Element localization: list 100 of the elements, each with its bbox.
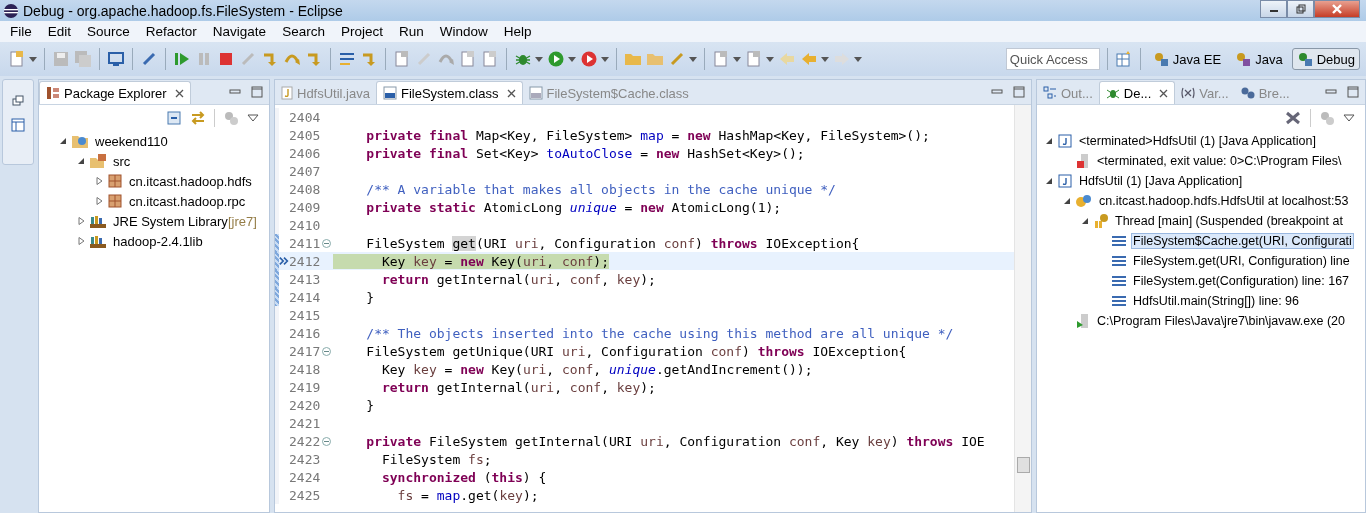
menu-item[interactable]: Project	[332, 24, 391, 39]
collapsed-arrow-icon[interactable]	[95, 177, 103, 185]
expanded-arrow-icon[interactable]	[1045, 137, 1053, 145]
collapsed-arrow-icon[interactable]	[95, 197, 103, 205]
window-title: Debug - org.apache.hadoop.fs.FileSystem - Eclipse	[23, 2, 343, 19]
editor-tab[interactable]: FileSystem.class	[375, 81, 523, 104]
line-number: 2424	[289, 469, 319, 485]
menu-item[interactable]: Search	[274, 24, 333, 39]
close-button[interactable]	[1314, 0, 1360, 18]
menu-item[interactable]: Refactor	[137, 24, 205, 39]
dropdown-caret-icon[interactable]	[29, 56, 37, 62]
menu-item[interactable]: Run	[390, 24, 432, 39]
minimize-button[interactable]	[1260, 0, 1287, 18]
dropdown-caret-icon[interactable]	[766, 56, 774, 62]
quick-access-field[interactable]: Quick Access	[1005, 48, 1100, 70]
expanded-arrow-icon[interactable]	[1081, 217, 1089, 225]
menu-item[interactable]: Edit	[39, 24, 80, 39]
dropdown-caret-icon[interactable]	[601, 56, 609, 62]
layout-icon[interactable]	[11, 118, 25, 132]
menu-item[interactable]: File	[2, 24, 40, 39]
page-icon[interactable]	[481, 50, 499, 68]
monitor-icon[interactable]	[107, 50, 125, 68]
collapse-all-icon[interactable]	[166, 110, 182, 126]
view-menu-icon[interactable]	[1343, 114, 1355, 122]
perspective-button[interactable]: Debug	[1291, 48, 1360, 70]
link-arrows-icon[interactable]	[190, 110, 206, 126]
perspective-button[interactable]: Java	[1230, 48, 1288, 70]
collapsed-arrow-icon[interactable]	[77, 237, 85, 245]
dropdown-caret-icon[interactable]	[689, 56, 697, 62]
run-icon[interactable]	[580, 50, 598, 68]
collapse-fold-icon[interactable]	[321, 346, 331, 356]
close-icon[interactable]	[1159, 88, 1169, 98]
expanded-arrow-icon[interactable]	[59, 137, 67, 145]
tree-item[interactable]: <terminated>HdfsUtil (1) [Java Application]	[1077, 133, 1318, 149]
menu-item[interactable]: Help	[495, 24, 540, 39]
line-number: 2413	[289, 271, 319, 287]
line-number: 2417	[289, 343, 319, 359]
dropdown-caret-icon[interactable]	[568, 56, 576, 62]
maximize-icon[interactable]	[1013, 86, 1025, 98]
expanded-arrow-icon[interactable]	[1045, 177, 1053, 185]
tree-item[interactable]: JRE System Library[jre7]	[111, 212, 259, 230]
stop-icon[interactable]	[217, 50, 235, 68]
open-perspective-icon[interactable]	[1114, 50, 1133, 68]
perspective-icon	[1152, 51, 1169, 67]
collapsed-arrow-icon[interactable]	[77, 217, 85, 225]
tree-item[interactable]: cn.itcast.hadoop.hdfs.HdfsUtil at localhost:53	[1097, 193, 1351, 209]
line-number: 2414	[289, 289, 319, 305]
run-icon[interactable]	[547, 50, 565, 68]
package-explorer-tab[interactable]: Package Explorer	[39, 81, 191, 104]
menu-item[interactable]: Navigate	[204, 24, 275, 39]
list-icon[interactable]	[338, 50, 356, 68]
dropdown-caret-icon[interactable]	[821, 56, 829, 62]
close-icon[interactable]	[506, 88, 516, 98]
menu-item[interactable]: Window	[431, 24, 496, 39]
dropdown-caret-icon[interactable]	[535, 56, 543, 62]
view-tab[interactable]: De...	[1098, 81, 1176, 104]
resume-icon[interactable]	[173, 50, 191, 68]
line-number: 2409	[289, 199, 319, 215]
tree-item[interactable]: C:\Program Files\Java\jre7\bin\javaw.exe (20	[1095, 313, 1348, 329]
remove-terminated-icon[interactable]	[1284, 110, 1302, 126]
tree-item[interactable]: Thread [main] (Suspended (breakpoint at	[1113, 213, 1345, 229]
tree-item[interactable]: HdfsUtil.main(String[]) line: 96	[1131, 293, 1302, 309]
tree-item[interactable]: cn.itcast.hadoop.rpc	[127, 192, 248, 210]
tree-item[interactable]: HdfsUtil (1) [Java Application]	[1077, 173, 1245, 189]
dropdown-caret-icon[interactable]	[854, 56, 862, 62]
expanded-arrow-icon[interactable]	[1063, 197, 1071, 205]
tree-item[interactable]: FileSystem.get(Configuration) line: 167	[1131, 273, 1352, 289]
collapse-fold-icon[interactable]	[321, 238, 331, 248]
view-menu-icon[interactable]	[247, 114, 259, 122]
line-number: 2407	[289, 163, 319, 179]
scrollbar[interactable]	[1014, 105, 1031, 512]
tree-item[interactable]: weekend110	[93, 132, 170, 150]
page-icon[interactable]	[459, 50, 477, 68]
tree-item[interactable]: src	[111, 152, 133, 170]
maximize-icon[interactable]	[251, 86, 263, 98]
terminated-process-icon	[1075, 153, 1091, 169]
line-number: 2408	[289, 181, 319, 197]
perspective-button[interactable]: Java EE	[1147, 48, 1227, 70]
dropdown-caret-icon[interactable]	[733, 56, 741, 62]
line-number: 2404	[289, 109, 319, 125]
expanded-arrow-icon[interactable]	[77, 157, 85, 165]
maximize-icon[interactable]	[1347, 86, 1359, 98]
restore-button[interactable]	[1287, 0, 1314, 18]
tree-item[interactable]: <terminated, exit value: 0>C:\Program Files\	[1095, 153, 1344, 169]
tree-item[interactable]: cn.itcast.hadoop.hdfs	[127, 172, 254, 190]
menu-item[interactable]: Source	[79, 24, 138, 39]
page-icon[interactable]	[393, 50, 411, 68]
gears-icon[interactable]	[1319, 110, 1335, 126]
tree-item[interactable]: FileSystem.get(URI, Configuration) line	[1131, 253, 1352, 269]
collapse-fold-icon[interactable]	[321, 436, 331, 446]
gears-icon[interactable]	[223, 110, 239, 126]
java-file-icon	[281, 86, 293, 100]
source-folder-icon	[89, 153, 107, 169]
tree-item[interactable]: FileSystem$Cache.get(URI, Configurati	[1131, 233, 1354, 249]
slash-icon[interactable]	[140, 50, 158, 68]
close-icon[interactable]	[174, 88, 184, 98]
line-number: 2422	[289, 433, 319, 449]
restore-icon[interactable]	[11, 94, 25, 108]
instruction-pointer-icon	[279, 256, 289, 266]
tree-item[interactable]: hadoop-2.4.1lib	[111, 232, 205, 250]
